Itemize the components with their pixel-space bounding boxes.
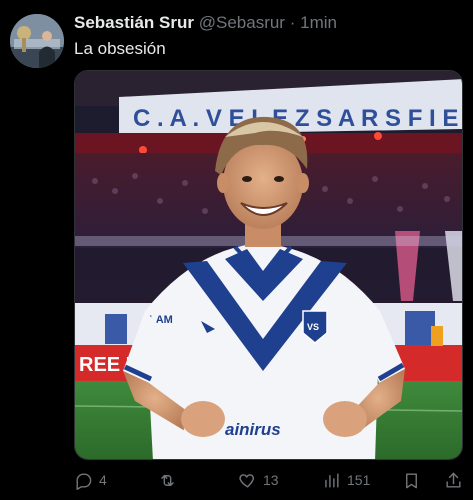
svg-text:VS: VS xyxy=(307,322,319,332)
share-button[interactable] xyxy=(444,466,463,494)
reply-count: 4 xyxy=(99,472,107,488)
retweet-button[interactable] xyxy=(158,466,183,494)
heart-icon xyxy=(239,473,255,488)
tweet-actions: 4 13 151 xyxy=(74,466,463,494)
sponsor-text: ainirus xyxy=(225,420,281,439)
views-button[interactable]: 151 xyxy=(322,466,370,494)
tweet-photo[interactable]: C . A . V E L E Z S A R S F I E REE DE V… xyxy=(74,70,463,460)
bookmark-button[interactable] xyxy=(402,466,421,494)
avatar[interactable] xyxy=(10,14,64,68)
author-name[interactable]: Sebastián Srur xyxy=(74,13,194,32)
reply-button[interactable]: 4 xyxy=(74,466,107,494)
share-icon xyxy=(446,472,461,488)
view-count: 151 xyxy=(347,472,371,488)
separator-dot: · xyxy=(289,13,296,32)
author-handle[interactable]: @Sebasrur xyxy=(199,13,285,32)
avatar-image xyxy=(10,14,64,68)
tweet-card[interactable]: Sebastián Srur @Sebasrur · 1min La obses… xyxy=(0,0,473,500)
tweet-text: La obsesión xyxy=(74,39,166,58)
bookmark-icon xyxy=(406,472,417,488)
stadium-player-photo: C . A . V E L E Z S A R S F I E REE DE V… xyxy=(75,71,462,459)
analytics-icon xyxy=(325,472,339,488)
reply-icon xyxy=(76,472,92,490)
like-count: 13 xyxy=(263,472,279,488)
tweet-header: Sebastián Srur @Sebasrur · 1min xyxy=(74,12,337,34)
post-time[interactable]: 1min xyxy=(300,13,337,32)
retweet-icon xyxy=(161,474,174,486)
like-button[interactable]: 13 xyxy=(238,466,279,494)
